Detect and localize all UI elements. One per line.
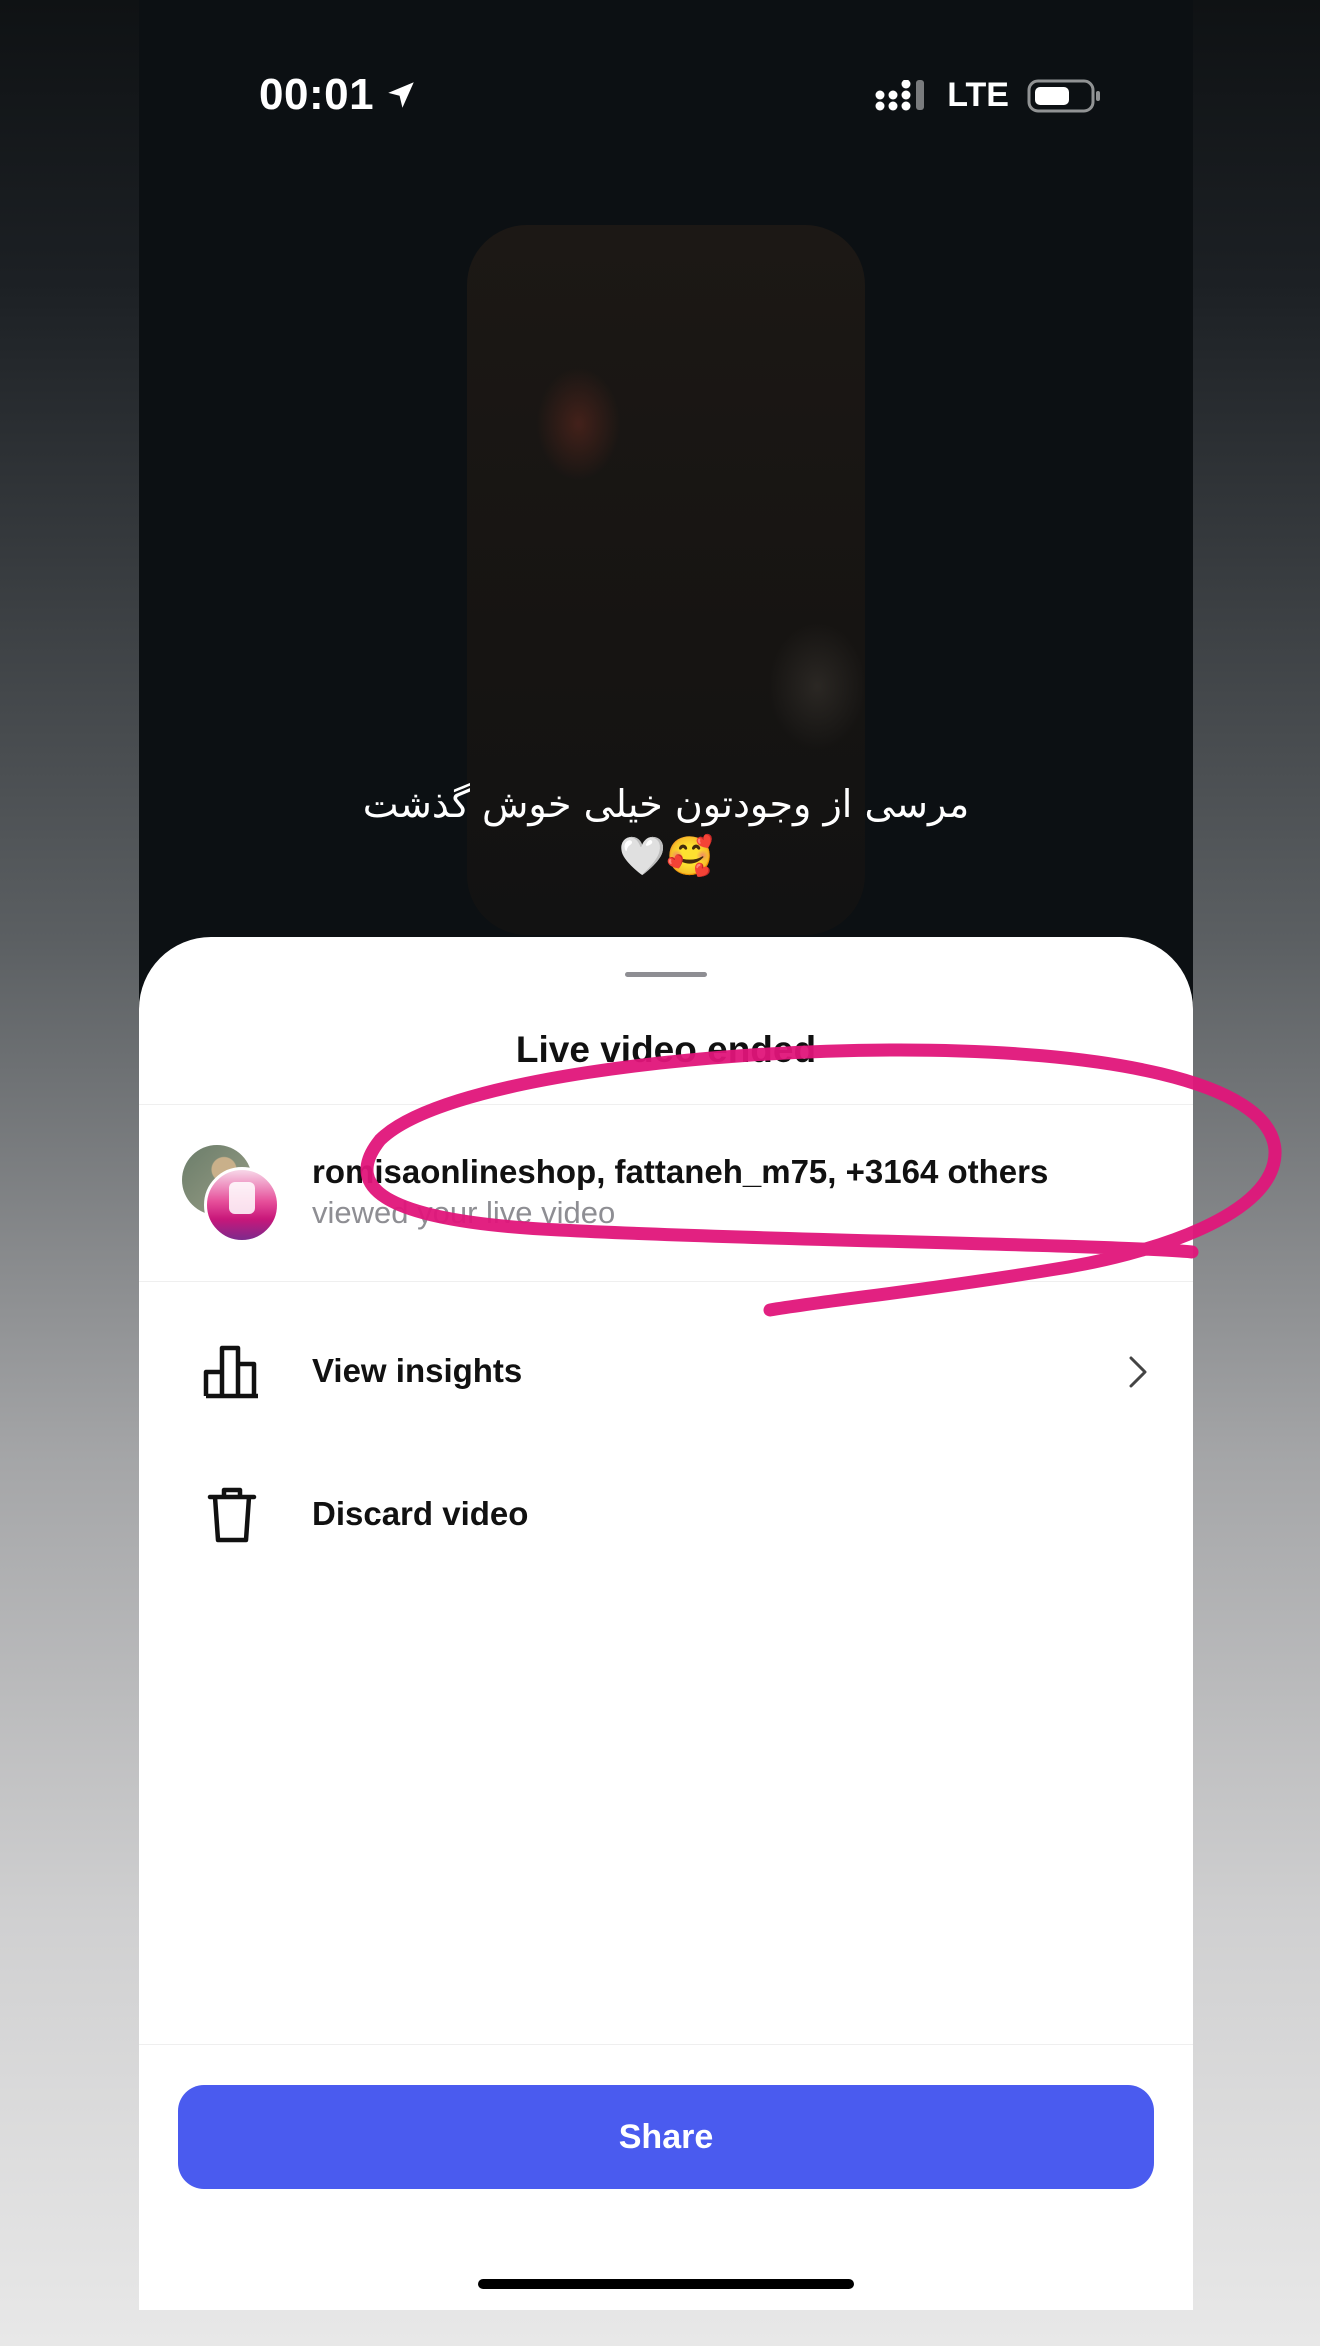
sheet-grabber[interactable] bbox=[625, 972, 707, 977]
stream-caption: مرسی از وجودتون خیلی خوش گذشت 🤍🥰 bbox=[139, 778, 1193, 882]
viewers-names: romisaonlineshop, fattaneh_m75, +3164 ot… bbox=[312, 1153, 1049, 1190]
viewers-row[interactable]: romisaonlineshop, fattaneh_m75, +3164 ot… bbox=[139, 1105, 1193, 1281]
view-insights-label: View insights bbox=[312, 1352, 523, 1389]
sheet-title: Live video ended bbox=[515, 1029, 817, 1070]
trash-icon bbox=[207, 1487, 257, 1543]
signal-icon bbox=[875, 79, 925, 110]
viewers-subtitle: viewed your live video bbox=[312, 1195, 616, 1230]
home-indicator bbox=[478, 2279, 854, 2289]
phone-screen: 00:01 LTE مرسی از وجودتون خیلی خوش گذشت … bbox=[139, 0, 1193, 2310]
shop-logo-icon bbox=[229, 1182, 255, 1214]
share-button[interactable]: Share bbox=[178, 2085, 1154, 2189]
caption-text: مرسی از وجودتون خیلی خوش گذشت bbox=[362, 782, 970, 826]
network-type: LTE bbox=[947, 76, 1009, 114]
view-insights-button[interactable]: View insights bbox=[139, 1312, 1193, 1432]
viewer-avatars bbox=[182, 1145, 282, 1245]
battery-icon bbox=[1027, 79, 1100, 112]
avatar bbox=[204, 1167, 280, 1243]
bottom-sheet: Live video ended romisaonlineshop, fatta… bbox=[139, 937, 1193, 2310]
discard-video-label: Discard video bbox=[312, 1495, 529, 1532]
caption-emoji: 🤍🥰 bbox=[618, 834, 714, 878]
bar-chart-icon bbox=[203, 1345, 258, 1399]
divider bbox=[139, 2044, 1193, 2045]
status-time: 00:01 bbox=[259, 70, 418, 120]
divider bbox=[139, 1281, 1193, 1282]
status-indicators: LTE bbox=[875, 76, 1103, 115]
location-arrow-icon bbox=[388, 82, 414, 108]
clock: 00:01 bbox=[259, 70, 375, 119]
discard-video-button[interactable]: Discard video bbox=[139, 1455, 1193, 1575]
chevron-right-icon bbox=[1129, 1356, 1147, 1388]
